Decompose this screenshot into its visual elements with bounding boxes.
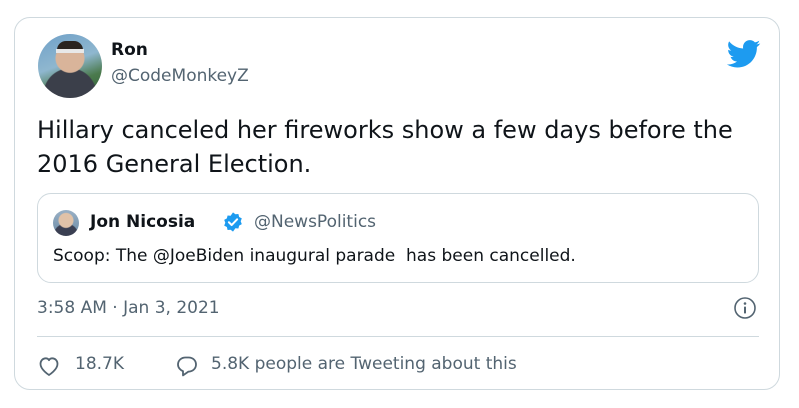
- quoted-tweet-text: Scoop: The @JoeBiden inaugural parade ha…: [53, 246, 576, 266]
- tweet-text: Hillary canceled her fireworks show a fe…: [37, 116, 733, 178]
- tweeting-count-text[interactable]: 5.8K people are Tweeting about this: [211, 354, 517, 374]
- quoted-author-display-name[interactable]: Jon Nicosia: [90, 212, 195, 232]
- quoted-author-avatar[interactable]: [53, 210, 79, 236]
- quoted-author-handle[interactable]: @NewsPolitics: [254, 212, 376, 232]
- avatar-headband: [56, 49, 84, 53]
- reply-bubble-icon[interactable]: [175, 354, 199, 378]
- author-handle[interactable]: @CodeMonkeyZ: [111, 66, 249, 86]
- author-avatar[interactable]: [38, 34, 102, 98]
- verified-badge-icon: [224, 212, 242, 232]
- tweet-card: Ron @CodeMonkeyZ Hillary canceled her fi…: [14, 17, 780, 390]
- tweet-timestamp[interactable]: 3:58 AM · Jan 3, 2021: [37, 298, 220, 318]
- quoted-tweet[interactable]: Jon Nicosia @NewsPolitics Scoop: The @Jo…: [37, 193, 759, 283]
- author-display-name[interactable]: Ron: [111, 40, 148, 60]
- divider: [37, 336, 759, 337]
- like-count[interactable]: 18.7K: [75, 354, 124, 374]
- info-icon[interactable]: [733, 296, 757, 320]
- heart-icon[interactable]: [37, 355, 61, 377]
- twitter-bird-icon[interactable]: [727, 40, 761, 68]
